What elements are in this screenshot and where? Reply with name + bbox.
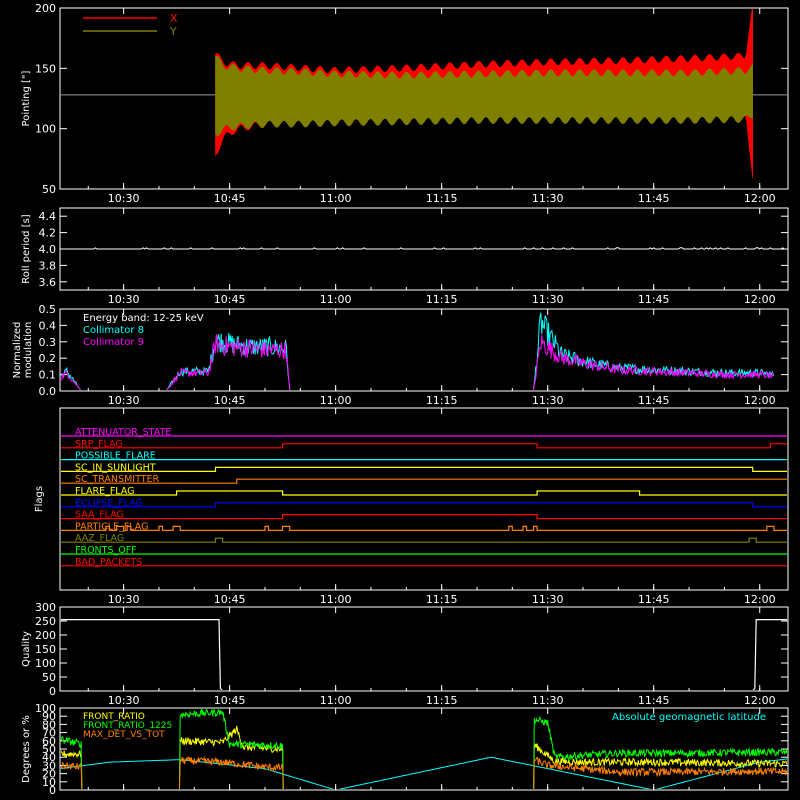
x-tick-label: 11:45 xyxy=(638,192,670,205)
x-tick-label: 11:15 xyxy=(426,293,458,306)
y-tick-label: 0.3 xyxy=(39,336,57,349)
y-axis-label: Quality xyxy=(21,631,32,667)
y-tick-label: 50 xyxy=(42,671,56,684)
legend-label-collimator-8: Collimator 8 xyxy=(83,325,144,336)
x-tick-label: 10:45 xyxy=(214,192,246,205)
x-tick-label: 10:30 xyxy=(108,394,140,407)
x-tick-label: 11:00 xyxy=(320,192,352,205)
y-tick-label: 0.1 xyxy=(39,369,57,382)
x-tick-label: 10:45 xyxy=(214,694,246,707)
y-tick-label: 0.5 xyxy=(39,303,57,316)
x-tick-label: 11:30 xyxy=(532,293,564,306)
x-tick-label: 10:30 xyxy=(108,293,140,306)
y-axis-label: modulation xyxy=(23,322,34,379)
flag-label-eclipse-flag: ECLIPSE_FLAG xyxy=(75,498,143,509)
flag-label-aaz-flag: AAZ_FLAG xyxy=(75,533,124,544)
flag-label-saa-flag: SAA_FLAG xyxy=(75,510,124,521)
y-tick-label: 200 xyxy=(35,629,56,642)
x-tick-label: 11:45 xyxy=(638,293,670,306)
legend-label-max-det-vs-tot: MAX_DET_VS_TOT xyxy=(83,730,165,740)
x-tick-label: 11:30 xyxy=(532,694,564,707)
x-tick-label: 11:30 xyxy=(532,394,564,407)
flag-label-bad-packets: BAD_PACKETS xyxy=(75,557,142,568)
x-tick-label: 10:30 xyxy=(108,593,140,606)
x-tick-label: 11:15 xyxy=(426,394,458,407)
x-tick-label: 10:45 xyxy=(214,293,246,306)
x-tick-label: 12:00 xyxy=(744,593,776,606)
flag-label-attenuator-state: ATTENUATOR_STATE xyxy=(75,427,171,438)
y-axis-label: Pointing ["] xyxy=(21,70,32,126)
x-tick-label: 11:00 xyxy=(320,593,352,606)
x-tick-label: 11:00 xyxy=(320,293,352,306)
y-tick-label: 0.2 xyxy=(39,352,57,365)
x-tick-label: 12:00 xyxy=(744,293,776,306)
y-tick-label: 4.0 xyxy=(39,243,57,256)
x-tick-label: 11:45 xyxy=(638,593,670,606)
y-axis-label: Normalized xyxy=(12,322,23,379)
flag-label-sc-in-sunlight: SC_IN_SUNLIGHT xyxy=(75,462,156,473)
x-tick-label: 12:00 xyxy=(744,694,776,707)
y-tick-label: 250 xyxy=(35,615,56,628)
legend-label-collimator-9: Collimator 9 xyxy=(83,337,144,348)
y-tick-label: 4.2 xyxy=(39,227,57,240)
x-tick-label: 11:45 xyxy=(638,694,670,707)
x-tick-label: 11:00 xyxy=(320,394,352,407)
y-tick-label: 100 xyxy=(35,123,56,136)
flag-label-flare-flag: FLARE_FLAG xyxy=(75,486,135,497)
x-tick-label: 12:00 xyxy=(744,394,776,407)
x-tick-label: 11:45 xyxy=(638,394,670,407)
y-tick-label: 100 xyxy=(35,702,56,715)
legend-label-x: X xyxy=(170,12,178,25)
x-tick-label: 11:15 xyxy=(426,593,458,606)
telemetry-figure: 10:30 10:45 11:00 11:15 11:30 11:45 12:0050100… xyxy=(0,0,800,800)
y-tick-label: 0.4 xyxy=(39,319,57,332)
y-tick-label: 100 xyxy=(35,657,56,670)
y-axis-label: Degrees or % xyxy=(21,715,32,783)
x-tick-label: 10:30 xyxy=(108,694,140,707)
y-tick-label: 3.6 xyxy=(39,276,57,289)
flag-label-srp-flag: SRP_FLAG xyxy=(75,439,123,450)
x-tick-label: 11:15 xyxy=(426,694,458,707)
legend-label-y: Y xyxy=(169,25,177,38)
flag-label-possible-flare: POSSIBLE_FLARE xyxy=(75,451,156,462)
y-tick-label: 200 xyxy=(35,2,56,15)
x-tick-label: 10:45 xyxy=(214,593,246,606)
y-tick-label: 0 xyxy=(49,685,56,698)
y-tick-label: 50 xyxy=(42,183,56,196)
flag-label-particle-flag: PARTICLE_FLAG xyxy=(75,521,148,532)
x-tick-label: 11:00 xyxy=(320,694,352,707)
y-axis-label: Flags xyxy=(34,486,45,512)
x-tick-label: 11:30 xyxy=(532,192,564,205)
legend-label-absolute-geomagnetic-latitude: Absolute geomagnetic latitude xyxy=(612,712,766,723)
x-tick-label: 10:45 xyxy=(214,394,246,407)
x-tick-label: 12:00 xyxy=(744,192,776,205)
y-tick-label: 150 xyxy=(35,643,56,656)
y-tick-label: 300 xyxy=(35,601,56,614)
y-tick-label: 3.8 xyxy=(39,259,57,272)
x-tick-label: 11:30 xyxy=(532,593,564,606)
y-axis-label: Roll period [s] xyxy=(21,214,32,283)
y-tick-label: 150 xyxy=(35,62,56,75)
flag-label-sc-transmitter: SC_TRANSMITTER xyxy=(75,474,160,485)
y-tick-label: 0.0 xyxy=(39,385,57,398)
flag-label-fronts-off: FRONTS_OFF xyxy=(75,545,137,556)
x-tick-label: 11:15 xyxy=(426,192,458,205)
y-tick-label: 4.4 xyxy=(39,210,57,223)
x-tick-label: 10:30 xyxy=(108,192,140,205)
energy-band-label: Energy band: 12-25 keV xyxy=(83,313,204,324)
